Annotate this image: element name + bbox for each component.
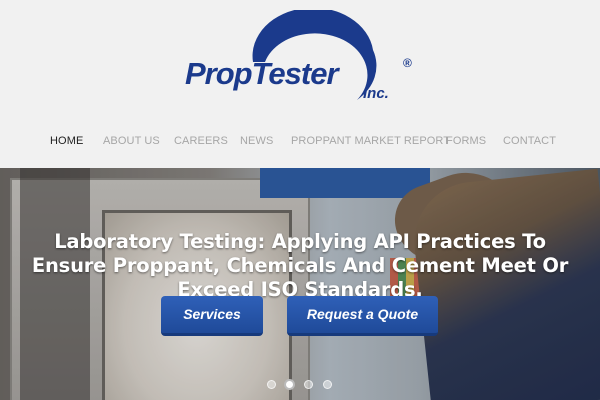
slide-dot-4[interactable] — [323, 380, 332, 389]
nav-careers[interactable]: CAREERS — [174, 135, 228, 147]
request-quote-button[interactable]: Request a Quote — [287, 296, 438, 336]
logo-inc: Inc. — [363, 85, 389, 102]
nav-about-us[interactable]: ABOUT US — [103, 135, 160, 147]
nav-proppant-market-report[interactable]: PROPPANT MARKET REPORT — [291, 135, 450, 147]
site-header: PropTester ® Inc. HOME ABOUT US CAREERS … — [0, 0, 600, 168]
hero-headline: Laboratory Testing: Applying API Practic… — [31, 230, 569, 301]
slide-dot-3[interactable] — [304, 380, 313, 389]
services-button[interactable]: Services — [161, 296, 263, 336]
hero-slider: Laboratory Testing: Applying API Practic… — [0, 168, 600, 400]
slider-pagination — [0, 379, 600, 392]
nav-news[interactable]: NEWS — [240, 135, 273, 147]
nav-contact[interactable]: CONTACT — [503, 135, 556, 147]
slide-dot-2[interactable] — [284, 379, 295, 390]
nav-home[interactable]: HOME — [50, 135, 83, 147]
registered-mark: ® — [403, 56, 412, 70]
proptester-logo[interactable]: PropTester ® Inc. — [185, 10, 415, 105]
slide-dot-1[interactable] — [267, 380, 276, 389]
nav-forms[interactable]: FORMS — [446, 135, 486, 147]
main-nav: HOME ABOUT US CAREERS NEWS PROPPANT MARK… — [0, 135, 600, 155]
logo-wordmark: PropTester — [185, 56, 339, 91]
